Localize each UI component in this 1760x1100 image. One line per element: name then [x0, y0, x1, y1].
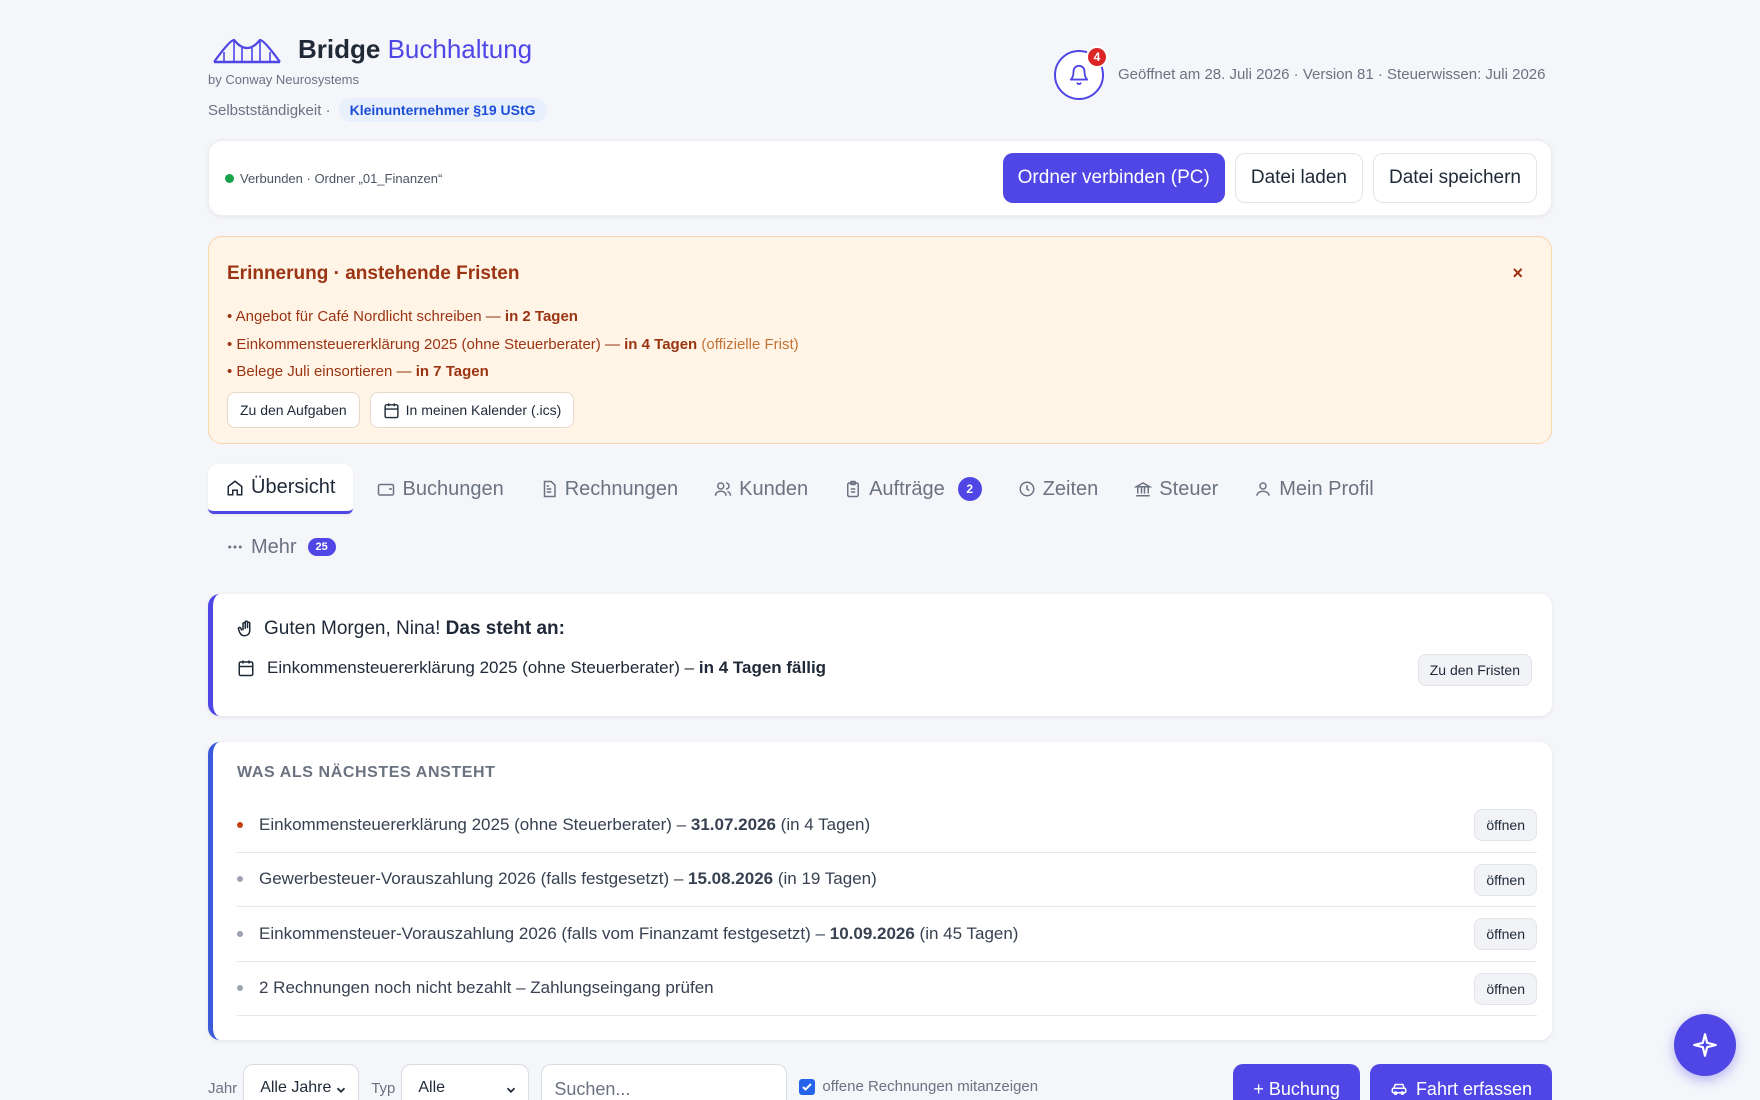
bullet-icon: [237, 985, 243, 992]
add-trip-button[interactable]: Fahrt erfassen: [1369, 1064, 1552, 1100]
year-label: Jahr: [208, 1080, 238, 1097]
tab-row: Übersicht Buchungen Rechnungen Kunden Au…: [208, 464, 1552, 514]
greeting-actions: Zu den Fristen: [1417, 654, 1532, 686]
mode-row: Selbstständigkeit · Kleinunternehmer §19…: [208, 98, 547, 122]
to-tasks-button[interactable]: Zu den Aufgaben: [227, 392, 360, 428]
save-file-button[interactable]: Datei speichern: [1372, 153, 1537, 203]
bell-icon: [1069, 65, 1089, 86]
main-tabs: Übersicht Buchungen Rechnungen Kunden Au…: [208, 464, 1552, 572]
open-button[interactable]: öffnen: [1474, 809, 1537, 841]
clipboard-icon: [847, 480, 860, 498]
to-deadlines-button[interactable]: Zu den Fristen: [1417, 654, 1532, 686]
close-icon[interactable]: ×: [1512, 263, 1523, 284]
document-icon: [543, 480, 556, 498]
mode-label: Selbstständigkeit ·: [208, 101, 331, 119]
tab-more[interactable]: Mehr 25: [208, 522, 354, 572]
car-icon: [1391, 1083, 1407, 1095]
reminder-actions: Zu den Aufgaben In meinen Kalender (.ics…: [227, 392, 575, 428]
mode-badge: Kleinunternehmer §19 UStG: [338, 98, 547, 122]
reminder-item: • Einkommensteuererklärung 2025 (ohne St…: [227, 335, 799, 353]
status-dot-icon: [225, 174, 234, 183]
calendar-icon: [384, 402, 399, 418]
reminder-banner: Erinnerung · anstehende Fristen × • Ange…: [208, 236, 1552, 444]
notification-count-badge: 4: [1086, 46, 1108, 68]
wallet-icon: [378, 483, 395, 496]
list-item: Einkommensteuer-Vorauszahlung 2026 (fall…: [237, 907, 1537, 962]
next-up-card: Was als nächstes ansteht Einkommensteuer…: [208, 742, 1552, 1040]
chevron-down-icon: [337, 1087, 346, 1093]
connection-status-text: Verbunden · Ordner „01_Finanzen“: [240, 171, 443, 186]
bridge-logo-icon: [213, 38, 281, 63]
greeting-title: Guten Morgen, Nina! Das steht an:: [237, 618, 565, 640]
open-button[interactable]: öffnen: [1474, 972, 1537, 1005]
checkbox-checked-icon[interactable]: [799, 1078, 816, 1095]
brand: Bridge Buchhaltung: [212, 34, 532, 65]
tab-row-more: Mehr 25: [208, 522, 1552, 572]
tab-times[interactable]: Zeiten: [1000, 464, 1117, 514]
list-item: 2 Rechnungen noch nicht bezahlt – Zahlun…: [237, 962, 1537, 1016]
notifications-button[interactable]: 4: [1054, 46, 1108, 100]
version-meta: Geöffnet am 28. Juli 2026 · Version 81 ·…: [1118, 66, 1546, 83]
filter-bar: Jahr Alle Jahre Typ Alle Suchen... offen…: [208, 1064, 1552, 1100]
reminder-item: • Belege Juli einsortieren — in 7 Tagen: [227, 363, 489, 380]
add-booking-button[interactable]: + Buchung: [1233, 1064, 1360, 1100]
connection-buttons: Ordner verbinden (PC) Datei laden Datei …: [1002, 153, 1537, 203]
calendar-icon: [238, 660, 254, 677]
sparkle-icon: [1693, 1033, 1717, 1057]
open-button[interactable]: öffnen: [1474, 863, 1537, 896]
list-item: Einkommensteuererklärung 2025 (ohne Steu…: [237, 798, 1537, 853]
wave-hand-icon: [237, 620, 251, 637]
tab-profile[interactable]: Mein Profil: [1236, 464, 1391, 514]
more-dots-icon: [228, 545, 242, 549]
tab-bookings[interactable]: Buchungen: [359, 464, 521, 514]
search-input[interactable]: Suchen...: [541, 1064, 788, 1100]
bullet-icon: [237, 821, 243, 828]
year-select[interactable]: Alle Jahre: [243, 1064, 360, 1100]
load-file-button[interactable]: Datei laden: [1234, 153, 1363, 203]
connection-card: Verbunden · Ordner „01_Finanzen“ Ordner …: [208, 140, 1552, 216]
next-up-list: Einkommensteuererklärung 2025 (ohne Steu…: [237, 798, 1537, 1016]
user-icon: [1256, 482, 1270, 496]
open-button[interactable]: öffnen: [1474, 918, 1537, 950]
next-up-title: Was als nächstes ansteht: [237, 764, 496, 781]
connect-folder-button[interactable]: Ordner verbinden (PC): [1002, 153, 1225, 203]
filter-actions: + Buchung Fahrt erfassen: [1233, 1064, 1552, 1100]
app-title: Bridge Buchhaltung: [298, 34, 533, 64]
clock-icon: [1019, 481, 1035, 497]
chevron-down-icon: [507, 1087, 516, 1093]
app-container: Bridge Buchhaltung by Conway Neurosystem…: [208, 0, 1552, 1100]
bank-icon: [1134, 482, 1153, 497]
tab-customers[interactable]: Kunden: [696, 464, 826, 514]
reminder-list: • Angebot für Café Nordlicht schreiben —…: [227, 303, 799, 386]
tab-orders[interactable]: Aufträge 2: [826, 464, 1000, 514]
reminder-title: Erinnerung · anstehende Fristen: [227, 263, 520, 284]
home-icon: [227, 479, 243, 495]
tab-tax[interactable]: Steuer: [1116, 464, 1236, 514]
byline: by Conway Neurosystems: [208, 72, 359, 87]
bullet-icon: [237, 876, 243, 883]
assistant-button[interactable]: [1674, 1014, 1736, 1076]
add-to-calendar-button[interactable]: In meinen Kalender (.ics): [369, 392, 575, 428]
tab-invoices[interactable]: Rechnungen: [522, 464, 696, 514]
reminder-item: • Angebot für Café Nordlicht schreiben —…: [227, 308, 578, 325]
list-item: Gewerbesteuer-Vorauszahlung 2026 (falls …: [237, 853, 1537, 907]
orders-count-badge: 2: [957, 477, 982, 501]
bullet-icon: [237, 930, 243, 937]
greeting-card: Guten Morgen, Nina! Das steht an: Einkom…: [208, 594, 1552, 716]
type-label: Typ: [371, 1080, 396, 1097]
connection-status: Verbunden · Ordner „01_Finanzen“: [225, 171, 442, 186]
tab-overview[interactable]: Übersicht: [208, 464, 354, 514]
greeting-item: Einkommensteuererklärung 2025 (ohne Steu…: [237, 658, 826, 678]
more-count-badge: 25: [307, 538, 336, 556]
type-select[interactable]: Alle: [401, 1064, 530, 1100]
users-icon: [714, 482, 732, 496]
header: Bridge Buchhaltung by Conway Neurosystem…: [208, 0, 1552, 140]
open-invoices-checkbox[interactable]: offene Rechnungen mitanzeigen: [799, 1078, 1038, 1095]
